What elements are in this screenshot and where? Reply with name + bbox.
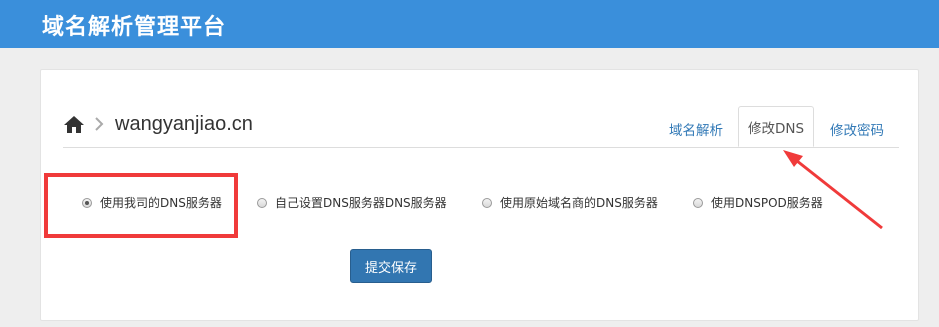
annotation-arrow: [783, 150, 883, 230]
